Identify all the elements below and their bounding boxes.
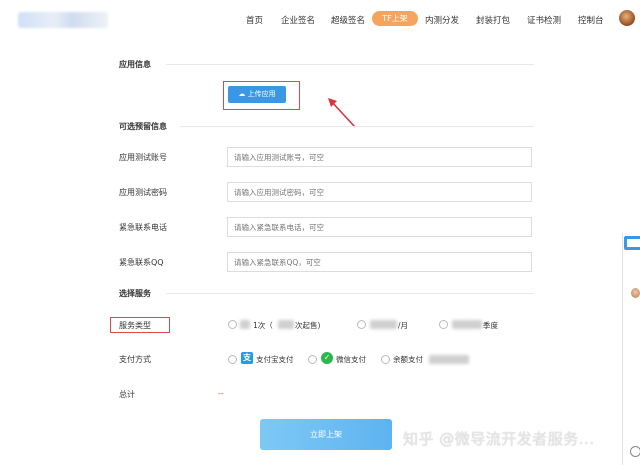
balance-pay-label: 余额支付 — [393, 355, 423, 364]
cloud-upload-icon: ☁ — [238, 90, 246, 98]
service-type-label: 服务类型 — [119, 321, 151, 330]
alipay-icon: 支 — [241, 352, 253, 364]
total-label: 总计 — [119, 390, 135, 399]
emergency-phone-label: 紧急联系电话 — [119, 223, 167, 232]
blurred-text — [370, 320, 397, 329]
nav-cert-check[interactable]: 证书检测 — [527, 14, 561, 26]
nav-enterprise-sign[interactable]: 企业签名 — [281, 14, 315, 26]
service-option-1-label-a: 1次（ — [253, 321, 273, 330]
upload-app-button[interactable]: ☁ 上传应用 — [228, 86, 286, 103]
site-logo[interactable] — [18, 12, 108, 28]
alipay-radio[interactable] — [228, 355, 237, 364]
side-avatar — [631, 288, 640, 298]
divider — [180, 126, 534, 127]
total-value: -- — [218, 389, 224, 398]
divider — [166, 64, 534, 65]
blurred-text — [452, 320, 482, 329]
service-option-1-radio[interactable] — [228, 320, 237, 329]
nav-super-sign[interactable]: 超级签名 — [331, 14, 365, 26]
balance-pay-radio[interactable] — [381, 355, 390, 364]
blurred-text — [429, 355, 469, 364]
avatar[interactable] — [619, 10, 635, 26]
blurred-text — [240, 320, 250, 329]
service-option-3-label: 季度 — [483, 321, 498, 330]
payment-method-label: 支付方式 — [119, 355, 151, 364]
nav-beta-distribution[interactable]: 内测分发 — [425, 14, 459, 26]
section-title-app-info: 应用信息 — [119, 60, 151, 69]
service-option-2-radio[interactable] — [357, 320, 366, 329]
service-option-3-radio[interactable] — [439, 320, 448, 329]
nav-home[interactable]: 首页 — [246, 14, 263, 26]
upload-button-label: 上传应用 — [247, 90, 276, 98]
wechat-pay-label: 微信支付 — [336, 355, 366, 364]
test-password-input[interactable] — [227, 182, 532, 202]
emoji-icon[interactable] — [630, 446, 640, 457]
section-title-optional-info: 可选预留信息 — [119, 122, 167, 131]
red-arrow-annotation — [328, 98, 356, 128]
nav-packaging[interactable]: 封装打包 — [476, 14, 510, 26]
test-account-label: 应用测试账号 — [119, 153, 167, 162]
side-panel-header-inner — [627, 239, 640, 247]
nav-tf-upload[interactable]: TF上架 — [372, 11, 418, 26]
alipay-label: 支付宝支付 — [256, 355, 294, 364]
blurred-text — [278, 320, 294, 329]
divider — [166, 293, 534, 294]
wechat-pay-icon: ✓ — [321, 352, 333, 364]
emergency-phone-input[interactable] — [227, 217, 532, 237]
nav-console[interactable]: 控制台 — [578, 14, 604, 26]
section-title-select-service: 选择服务 — [119, 289, 151, 298]
service-option-2-label: /月 — [398, 321, 409, 330]
submit-button[interactable]: 立即上架 — [260, 419, 392, 450]
emergency-qq-input[interactable] — [227, 252, 532, 272]
emergency-qq-label: 紧急联系QQ — [119, 258, 164, 267]
wechat-pay-radio[interactable] — [308, 355, 317, 364]
test-account-input[interactable] — [227, 147, 532, 167]
service-option-1-label-b: 次起售) — [295, 321, 321, 330]
side-chat-panel[interactable] — [622, 233, 640, 465]
watermark: 知乎 @微导流开发者服务... — [403, 430, 595, 448]
test-password-label: 应用测试密码 — [119, 188, 167, 197]
